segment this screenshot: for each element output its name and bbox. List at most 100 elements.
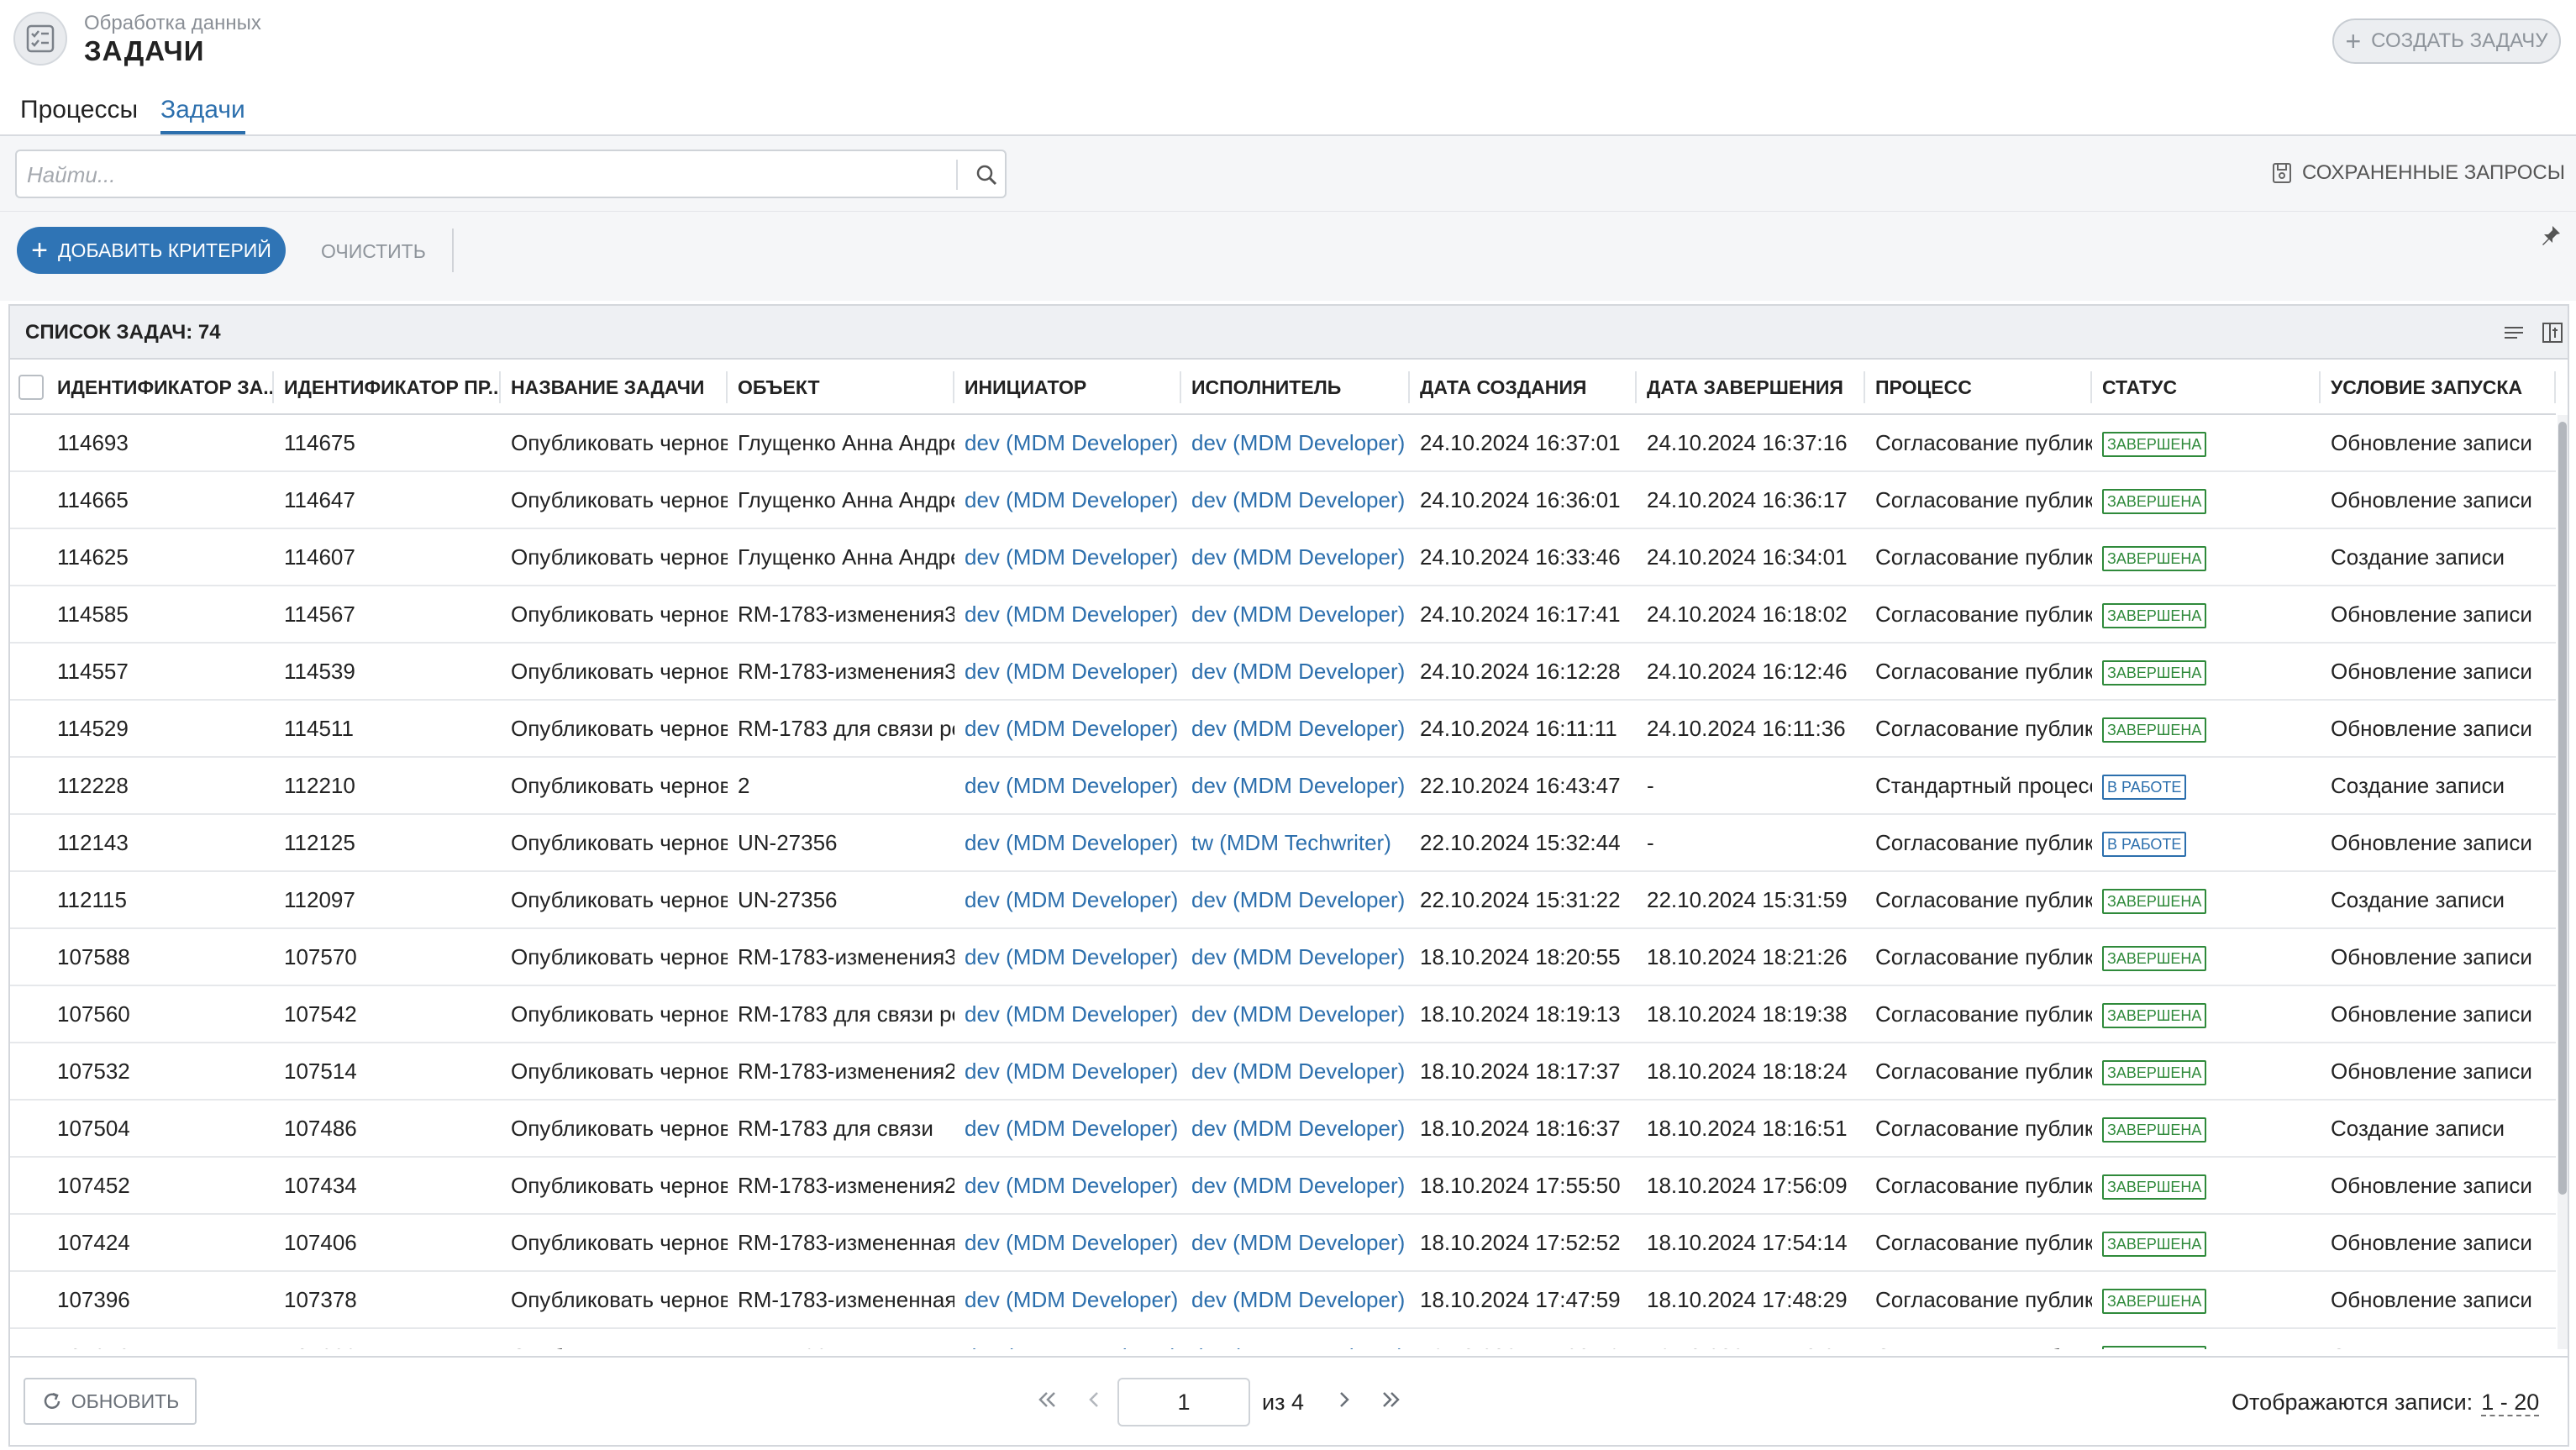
executor-link[interactable]: dev (MDM Developer): [1181, 586, 1410, 642]
process-cell: Согласование публик: [1875, 1173, 2092, 1198]
table-row[interactable]: 107588 107570 Опубликовать чернов RM-1783-и…: [10, 929, 2556, 986]
process-cell: Согласование публик: [1875, 887, 2092, 912]
column-header[interactable]: Название задачи: [501, 360, 728, 415]
created-date-cell: 24.10.2024 16:33:46: [1420, 544, 1621, 570]
column-header[interactable]: Идентификатор за...: [47, 360, 274, 415]
status-cell: Завершена: [2092, 872, 2321, 927]
initiator-link[interactable]: dev (MDM Developer): [954, 644, 1181, 699]
initiator-link[interactable]: dev (MDM Developer): [954, 701, 1181, 756]
column-header[interactable]: Идентификатор пр...: [274, 360, 501, 415]
executor-link[interactable]: dev (MDM Developer): [1181, 529, 1410, 585]
initiator-link[interactable]: dev (MDM Developer): [954, 758, 1181, 813]
column-header[interactable]: Объект: [728, 360, 954, 415]
table-row[interactable]: 114529 114511 Опубликовать чернов RM-1783 д…: [10, 701, 2556, 758]
page-number-input[interactable]: [1117, 1378, 1250, 1426]
executor-link[interactable]: dev (MDM Developer): [1181, 1158, 1410, 1213]
column-header[interactable]: Процесс: [1865, 360, 2092, 415]
column-header[interactable]: Условие запуска: [2321, 360, 2556, 415]
initiator-link[interactable]: dev (MDM Developer): [954, 529, 1181, 585]
tab-processes[interactable]: Процессы: [20, 96, 138, 131]
clear-button[interactable]: Очистить: [321, 240, 426, 263]
pin-icon[interactable]: [2539, 223, 2563, 247]
select-all-checkbox[interactable]: [18, 375, 44, 400]
executor-link[interactable]: dev (MDM Developer): [1181, 644, 1410, 699]
column-header[interactable]: Дата создания: [1410, 360, 1637, 415]
task-id-cell: 114693: [57, 430, 129, 455]
initiator-link[interactable]: dev (MDM Developer): [954, 986, 1181, 1042]
created-date-cell: 18.10.2024 17:52:52: [1420, 1230, 1621, 1255]
table-row[interactable]: 107356107338Опубликовать черновRM-1783de…: [10, 1329, 2556, 1349]
initiator-link[interactable]: dev (MDM Developer): [954, 1272, 1181, 1327]
table-row[interactable]: 107560 107542 Опубликовать чернов RM-1783 д…: [10, 986, 2556, 1043]
records-range[interactable]: 1 - 20: [2481, 1390, 2540, 1416]
table-row[interactable]: 112143 112125 Опубликовать чернов UN-27356 d…: [10, 815, 2556, 872]
table-row[interactable]: 107396 107378 Опубликовать чернов RM-1783-и…: [10, 1272, 2556, 1329]
executor-link[interactable]: dev (MDM Developer): [1181, 1043, 1410, 1099]
saved-queries-button[interactable]: Сохраненные запросы: [2272, 161, 2565, 185]
executor-link[interactable]: dev (MDM Developer): [1181, 986, 1410, 1042]
initiator-link[interactable]: dev (MDM Developer): [954, 1158, 1181, 1213]
table-row[interactable]: 114585 114567 Опубликовать чернов RM-1783-и…: [10, 586, 2556, 644]
table-row[interactable]: 114665 114647 Опубликовать чернов Глущенко …: [10, 472, 2556, 529]
executor-link[interactable]: dev (MDM Developer): [1181, 415, 1410, 470]
scrollbar-thumb[interactable]: [2558, 422, 2567, 1195]
created-date-cell: 24.10.2024 16:17:41: [1420, 602, 1621, 627]
last-page-icon[interactable]: [1375, 1381, 1408, 1418]
initiator-link[interactable]: dev (MDM Developer): [954, 586, 1181, 642]
table-row[interactable]: 107504 107486 Опубликовать чернов RM-1783 д…: [10, 1101, 2556, 1158]
first-page-icon[interactable]: [1030, 1381, 1064, 1418]
table-row[interactable]: 114625 114607 Опубликовать чернов Глущенко …: [10, 529, 2556, 586]
initiator-link[interactable]: dev (MDM Developer): [954, 1101, 1181, 1156]
initiator-link[interactable]: dev (MDM Developer): [954, 929, 1181, 985]
column-header[interactable]: Исполнитель: [1181, 360, 1410, 415]
initiator-link[interactable]: dev (MDM Developer): [954, 1329, 1181, 1349]
table-row[interactable]: 107532 107514 Опубликовать чернов RM-1783-и…: [10, 1043, 2556, 1101]
status-cell: Завершена: [2092, 644, 2321, 699]
task-id-cell: 107588: [57, 944, 130, 969]
create-task-button[interactable]: + Создать задачу: [2332, 18, 2561, 64]
table-row[interactable]: 112228 112210 Опубликовать чернов 2 dev (MDM…: [10, 758, 2556, 815]
tab-tasks[interactable]: Задачи: [160, 96, 245, 134]
process-id-cell: 112097: [284, 887, 355, 912]
column-header[interactable]: Статус: [2092, 360, 2321, 415]
trigger-cell: Обновление записи: [2331, 659, 2532, 684]
table-row[interactable]: 107452 107434 Опубликовать чернов RM-1783-и…: [10, 1158, 2556, 1215]
executor-link[interactable]: dev (MDM Developer): [1181, 1215, 1410, 1270]
executor-link[interactable]: dev (MDM Developer): [1181, 472, 1410, 528]
column-header[interactable]: Инициатор: [954, 360, 1181, 415]
vertical-scrollbar[interactable]: [2558, 415, 2568, 1349]
initiator-link[interactable]: dev (MDM Developer): [954, 1215, 1181, 1270]
initiator-link[interactable]: dev (MDM Developer): [954, 415, 1181, 470]
executor-link[interactable]: dev (MDM Developer): [1181, 872, 1410, 927]
initiator-link[interactable]: dev (MDM Developer): [954, 1043, 1181, 1099]
task-name-cell: Опубликовать чернов: [511, 716, 728, 741]
task-name-cell: Опубликовать чернов: [511, 1287, 728, 1312]
column-settings-icon[interactable]: [2541, 321, 2564, 344]
executor-link[interactable]: dev (MDM Developer): [1181, 758, 1410, 813]
trigger-cell: Создание записи: [2321, 1329, 2556, 1349]
object-cell: RM-1783: [728, 1329, 954, 1349]
next-page-icon[interactable]: [1327, 1381, 1361, 1418]
executor-link[interactable]: tw (MDM Techwriter): [1181, 815, 1410, 870]
table-row[interactable]: 112115 112097 Опубликовать чернов UN-27356 d…: [10, 872, 2556, 929]
initiator-link[interactable]: dev (MDM Developer): [954, 472, 1181, 528]
search-input[interactable]: [27, 160, 951, 190]
density-icon[interactable]: [2502, 323, 2526, 343]
executor-link[interactable]: dev (MDM Developer): [1181, 1329, 1410, 1349]
executor-link[interactable]: dev (MDM Developer): [1181, 701, 1410, 756]
column-header[interactable]: Дата завершения: [1637, 360, 1865, 415]
executor-link[interactable]: dev (MDM Developer): [1181, 1272, 1410, 1327]
table-row[interactable]: 107424 107406 Опубликовать чернов RM-1783-и…: [10, 1215, 2556, 1272]
prev-page-icon[interactable]: [1077, 1381, 1111, 1418]
executor-link[interactable]: dev (MDM Developer): [1181, 1101, 1410, 1156]
search-icon[interactable]: [973, 161, 1001, 190]
refresh-button[interactable]: Обновить: [24, 1378, 197, 1425]
table-row[interactable]: 114693 114675 Опубликовать чернов Глущенко …: [10, 415, 2556, 472]
status-cell: Завершена: [2092, 1158, 2321, 1213]
executor-link[interactable]: dev (MDM Developer): [1181, 929, 1410, 985]
add-criterion-button[interactable]: + Добавить критерий: [17, 227, 286, 274]
table-row[interactable]: 114557 114539 Опубликовать чернов RM-1783-и…: [10, 644, 2556, 701]
initiator-link[interactable]: dev (MDM Developer): [954, 872, 1181, 927]
initiator-link[interactable]: dev (MDM Developer): [954, 815, 1181, 870]
created-date-cell: 18.10.2024 17:47:59: [1420, 1287, 1621, 1312]
